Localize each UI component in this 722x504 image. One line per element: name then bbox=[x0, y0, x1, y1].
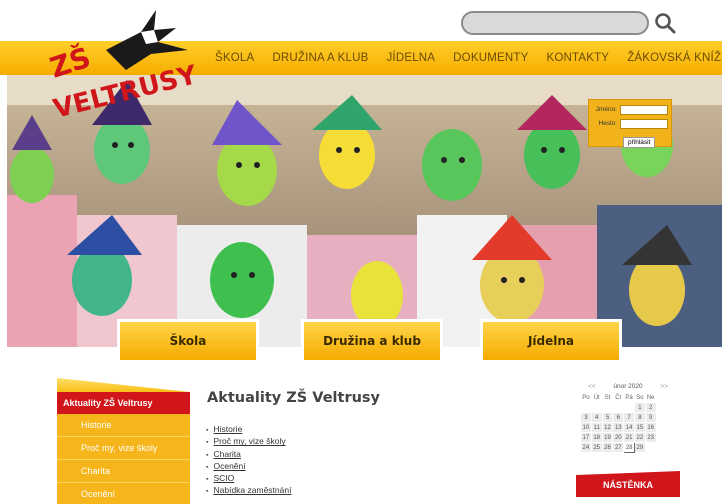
calendar-day[interactable]: 8 bbox=[633, 412, 646, 423]
username-label: Jméno: bbox=[595, 106, 617, 113]
nav-item-5[interactable]: ŽÁKOVSKÁ KNÍŽKA bbox=[627, 52, 722, 64]
list-item: Proč my, vize školy bbox=[206, 436, 291, 448]
logo-graphic: ZŠ VELTRUSY bbox=[46, 10, 201, 125]
calendar-day[interactable]: 2 bbox=[644, 402, 657, 413]
calendar-empty-cell bbox=[580, 402, 592, 413]
calendar-day[interactable]: 24 bbox=[580, 442, 592, 453]
sidebar-menu: Aktuality ZŠ Veltrusy Historie Proč my, v… bbox=[57, 378, 190, 504]
article-link-list: Historie Proč my, vize školy Charita Oceněn… bbox=[206, 424, 291, 498]
calendar-day[interactable]: 13 bbox=[612, 422, 625, 433]
login-button[interactable]: přihlásit bbox=[623, 137, 656, 148]
sidebar-item[interactable]: Ocenění bbox=[57, 483, 190, 504]
password-field[interactable] bbox=[620, 118, 668, 129]
calendar-day[interactable]: 19 bbox=[601, 432, 614, 443]
nav-item-3[interactable]: DOKUMENTY bbox=[453, 52, 528, 64]
tile-jidelna[interactable]: Jídelna bbox=[480, 319, 622, 363]
calendar-day[interactable]: 26 bbox=[601, 442, 614, 453]
logo-text-zs: ZŠ bbox=[48, 40, 95, 85]
list-item: SCIO bbox=[206, 473, 291, 485]
list-item: Charita bbox=[206, 449, 291, 461]
calendar-day[interactable]: 14 bbox=[623, 422, 635, 433]
calendar-day[interactable]: 16 bbox=[644, 422, 657, 433]
username-field[interactable] bbox=[620, 104, 668, 115]
sidebar-item-active[interactable]: Aktuality ZŠ Veltrusy bbox=[57, 392, 190, 414]
article-link[interactable]: Proč my, vize školy bbox=[213, 436, 285, 446]
calendar-grid: Po Út St Čt Pá So Ne 1 2 3 4 5 6 7 8 9 10 11 12 13 14 15 16 17 1… bbox=[580, 392, 657, 453]
calendar-prev-button[interactable]: << bbox=[588, 382, 596, 391]
calendar-empty-cell bbox=[612, 402, 625, 413]
calendar-widget: << únor 2020 >> Po Út St Čt Pá So Ne 1 2 3 4 5 6 7 8 9 1… bbox=[580, 382, 676, 453]
tile-skola[interactable]: Škola bbox=[117, 319, 259, 363]
calendar-day[interactable]: 6 bbox=[612, 412, 625, 423]
sidebar-item[interactable]: Historie bbox=[57, 414, 190, 437]
calendar-empty-cell bbox=[644, 442, 657, 453]
article-link[interactable]: Charita bbox=[213, 449, 240, 459]
page-title: Aktuality ZŠ Veltrusy bbox=[207, 390, 381, 406]
calendar-day[interactable]: 23 bbox=[644, 432, 657, 443]
calendar-day[interactable]: 28 bbox=[623, 442, 635, 453]
calendar-day[interactable]: 12 bbox=[601, 422, 614, 433]
list-item: Nabídka zaměstnání bbox=[206, 485, 291, 497]
sidebar-item[interactable]: Charita bbox=[57, 460, 190, 483]
calendar-empty-cell bbox=[623, 402, 635, 413]
calendar-month-label: únor 2020 bbox=[613, 383, 643, 390]
calendar-day[interactable]: 9 bbox=[644, 412, 657, 423]
list-item: Ocenění bbox=[206, 461, 291, 473]
calendar-weekday: Čt bbox=[612, 392, 625, 403]
article-link[interactable]: SCIO bbox=[213, 473, 234, 483]
calendar-day[interactable]: 10 bbox=[580, 422, 592, 433]
tile-druzina-label: Družina a klub bbox=[304, 322, 440, 360]
calendar-day[interactable]: 3 bbox=[580, 412, 592, 423]
school-logo[interactable]: ZŠ VELTRUSY bbox=[46, 8, 201, 128]
nav-item-4[interactable]: KONTAKTY bbox=[546, 52, 609, 64]
nav-item-1[interactable]: DRUŽINA A KLUB bbox=[272, 52, 368, 64]
search-icon[interactable] bbox=[653, 11, 677, 35]
sidebar-header-decoration bbox=[57, 378, 190, 392]
calendar-day[interactable]: 7 bbox=[623, 412, 635, 423]
search-input[interactable] bbox=[461, 11, 649, 35]
nav-menu: ŠKOLA DRUŽINA A KLUB JÍDELNA DOKUMENTY KONTA… bbox=[215, 41, 722, 75]
calendar-empty-cell bbox=[601, 402, 614, 413]
calendar-day[interactable]: 4 bbox=[590, 412, 603, 423]
noticeboard-button[interactable]: NÁSTĚNKA bbox=[576, 471, 680, 497]
calendar-day[interactable]: 29 bbox=[633, 442, 646, 453]
calendar-day[interactable]: 27 bbox=[612, 442, 625, 453]
password-label: Heslo: bbox=[598, 120, 617, 127]
tile-jidelna-label: Jídelna bbox=[483, 322, 619, 360]
calendar-weekday: So bbox=[633, 392, 646, 403]
calendar-day[interactable]: 11 bbox=[590, 422, 603, 433]
calendar-day[interactable]: 21 bbox=[623, 432, 635, 443]
calendar-weekday: St bbox=[601, 392, 614, 403]
calendar-next-button[interactable]: >> bbox=[660, 382, 668, 391]
magpie-bird-icon bbox=[106, 10, 188, 70]
nav-item-2[interactable]: JÍDELNA bbox=[386, 52, 435, 64]
sidebar-list: Historie Proč my, vize školy Charita Oceněn… bbox=[57, 414, 190, 504]
article-link[interactable]: Ocenění bbox=[213, 461, 245, 471]
calendar-weekday: Ne bbox=[644, 392, 657, 403]
login-box: Jméno: Heslo: přihlásit bbox=[588, 99, 672, 148]
calendar-weekday: Po bbox=[580, 392, 592, 403]
article-link[interactable]: Nabídka zaměstnání bbox=[213, 485, 291, 495]
calendar-day[interactable]: 25 bbox=[590, 442, 603, 453]
article-link[interactable]: Historie bbox=[213, 424, 242, 434]
calendar-empty-cell bbox=[590, 402, 603, 413]
calendar-day[interactable]: 20 bbox=[612, 432, 625, 443]
tile-skola-label: Škola bbox=[120, 322, 256, 360]
tile-druzina[interactable]: Družina a klub bbox=[301, 319, 443, 363]
calendar-weekday: Pá bbox=[623, 392, 635, 403]
calendar-day[interactable]: 1 bbox=[633, 402, 646, 413]
calendar-day[interactable]: 5 bbox=[601, 412, 614, 423]
nav-item-0[interactable]: ŠKOLA bbox=[215, 52, 254, 64]
calendar-weekday: Út bbox=[590, 392, 603, 403]
search-bar bbox=[461, 11, 676, 37]
calendar-day[interactable]: 15 bbox=[633, 422, 646, 433]
calendar-day[interactable]: 18 bbox=[590, 432, 603, 443]
calendar-day[interactable]: 22 bbox=[633, 432, 646, 443]
calendar-day[interactable]: 17 bbox=[580, 432, 592, 443]
list-item: Historie bbox=[206, 424, 291, 436]
sidebar-item[interactable]: Proč my, vize školy bbox=[57, 437, 190, 460]
